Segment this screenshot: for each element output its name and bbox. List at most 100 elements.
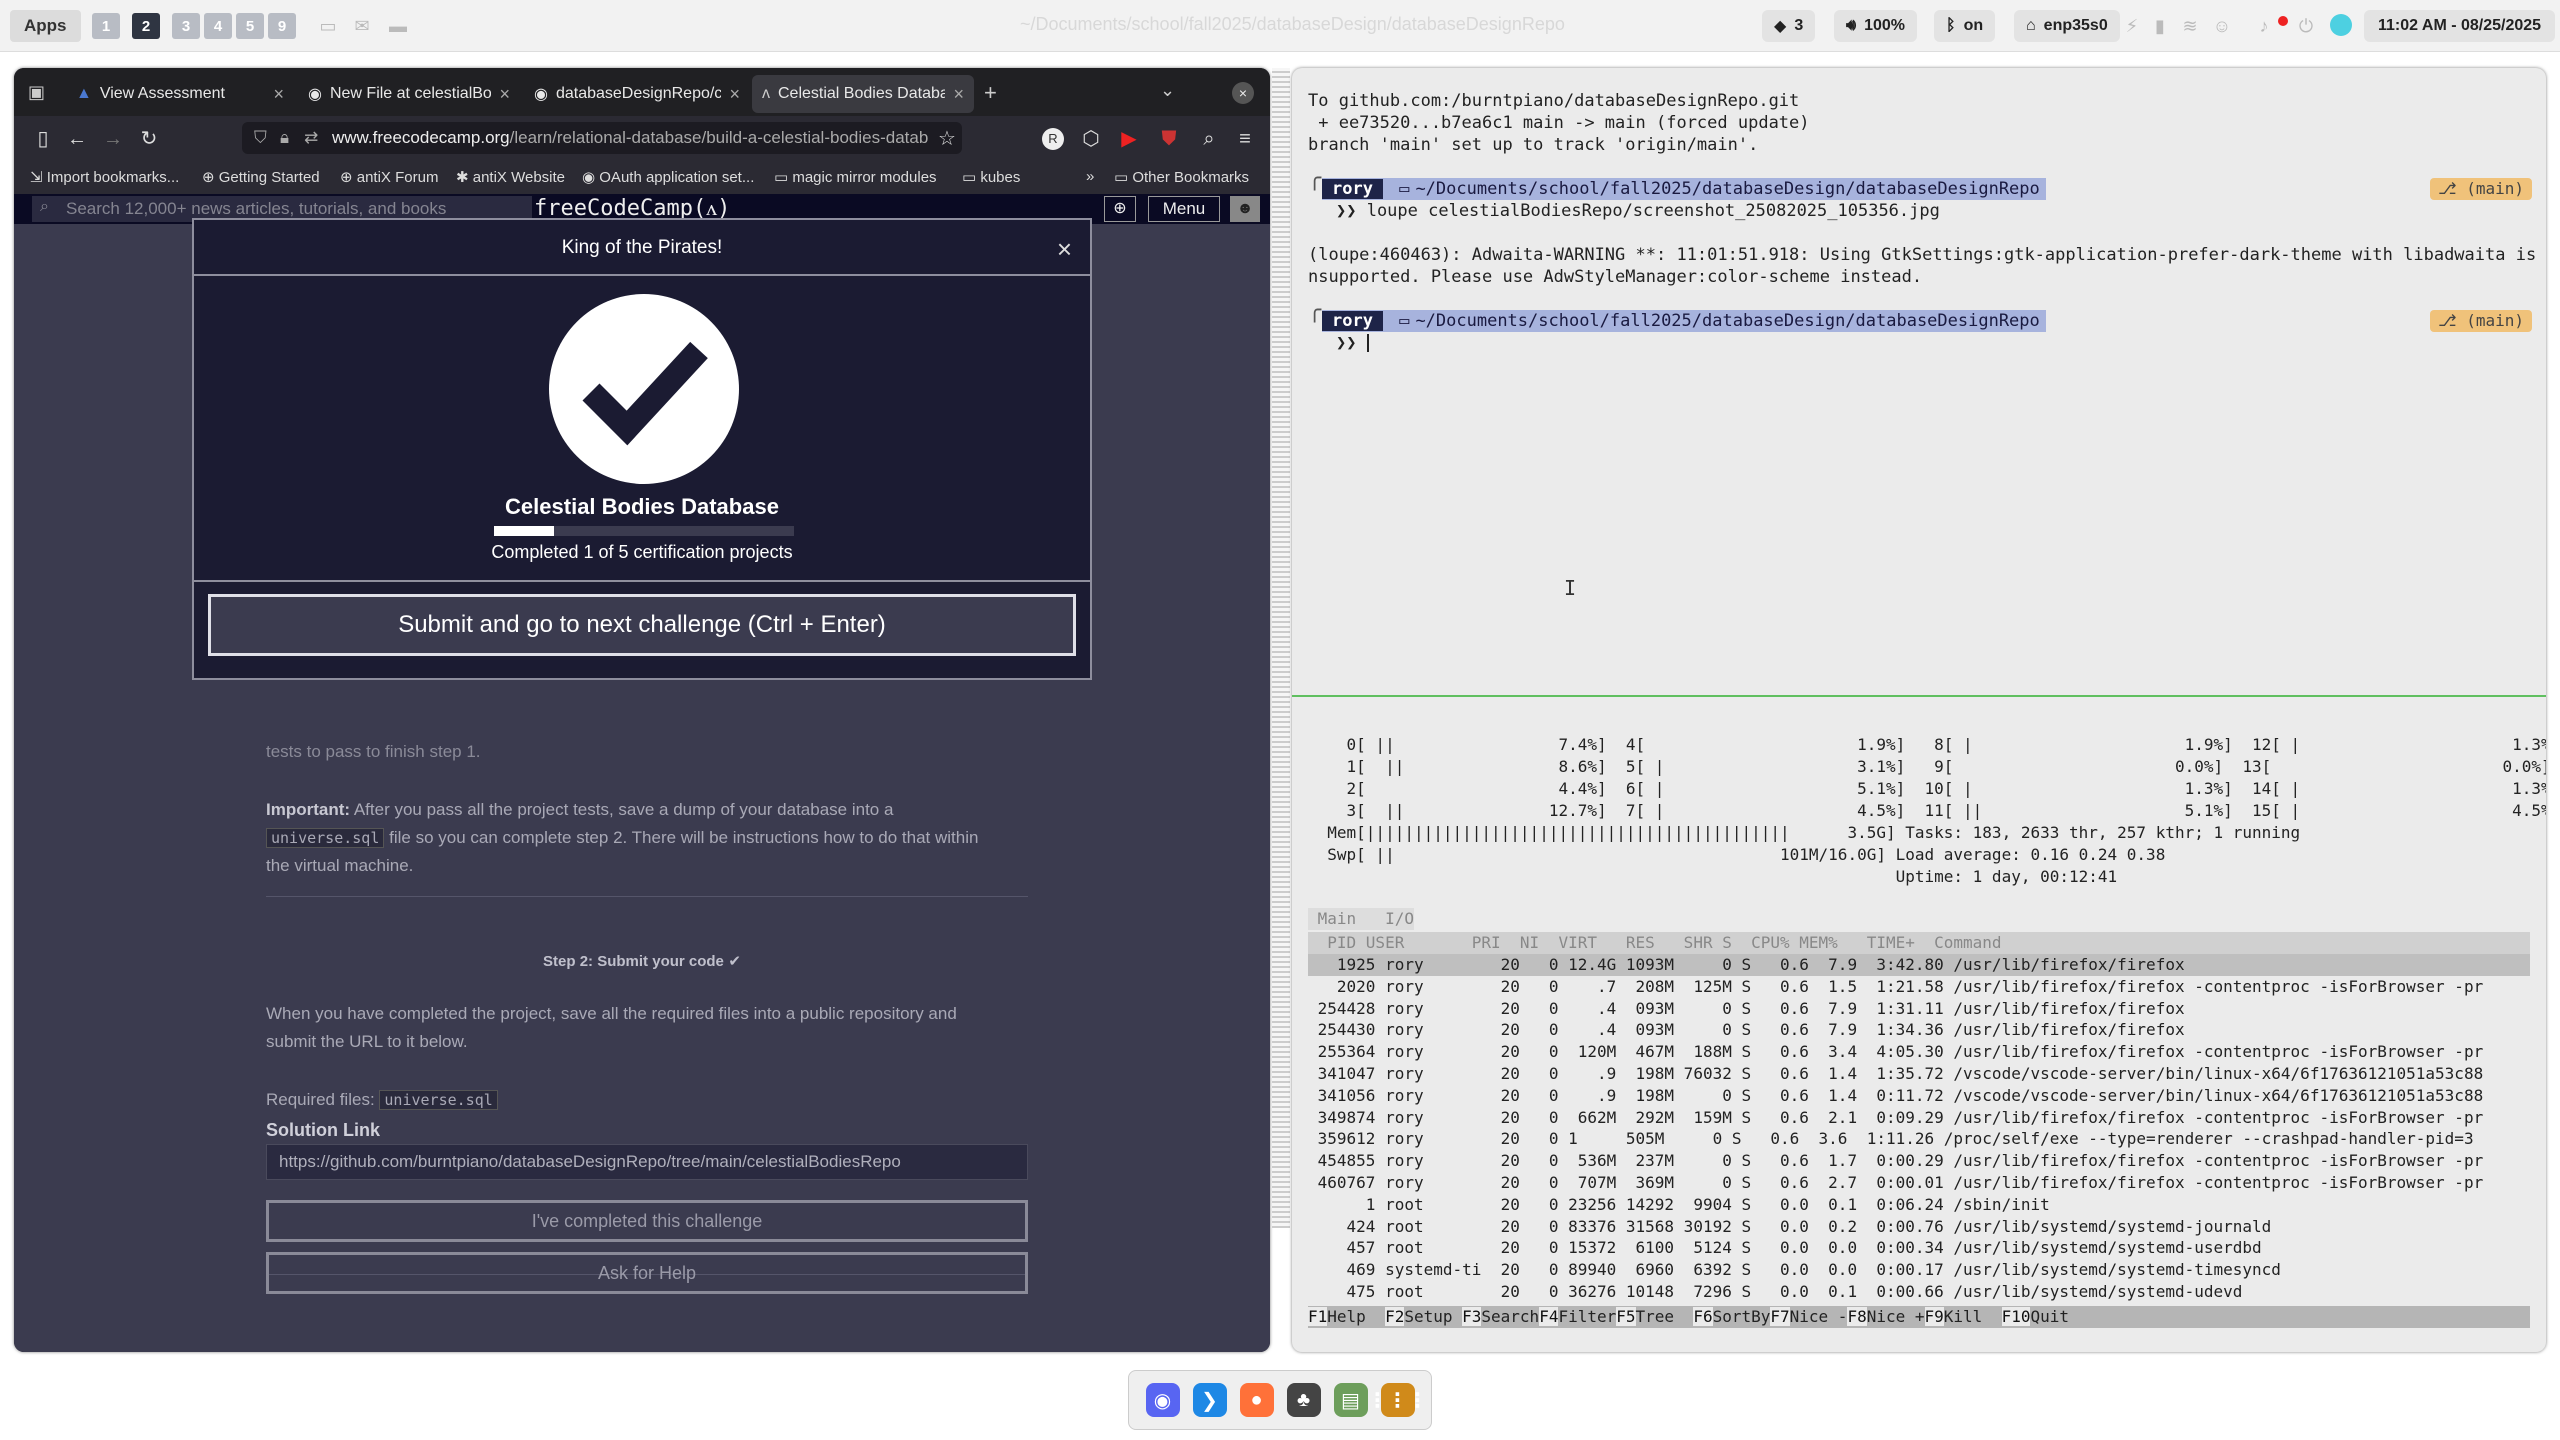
- process-row[interactable]: 341056 rory 20 0 .9 198M 0 S 0.6 1.4 0:1…: [1308, 1085, 2484, 1107]
- fkey-f10[interactable]: F10: [2001, 1307, 2031, 1326]
- bookmark-oauth[interactable]: ◉ OAuth application set...: [582, 168, 754, 186]
- completed-challenge-button[interactable]: I've completed this challenge: [266, 1200, 1028, 1242]
- process-row[interactable]: 454855 rory 20 0 536M 237M 0 S 0.6 1.7 0…: [1308, 1150, 2484, 1172]
- zoom-icon[interactable]: ⌕: [1198, 128, 1220, 150]
- fkey-label[interactable]: Quit: [2030, 1307, 2069, 1326]
- fkey-label[interactable]: Nice +: [1867, 1307, 1925, 1326]
- pane-divider[interactable]: [1292, 695, 2546, 697]
- process-row[interactable]: 1925 rory 20 0 12.4G 1093M 0 S 0.6 7.9 3…: [1308, 954, 2185, 976]
- fkey-f2[interactable]: F2: [1385, 1307, 1405, 1326]
- apps-menu-button[interactable]: Apps: [10, 10, 81, 42]
- chevron-down-icon[interactable]: ⌄: [1160, 80, 1175, 101]
- cpu-graph-icon[interactable]: ▮: [2150, 16, 2170, 36]
- process-row[interactable]: 475 root 20 0 36276 10148 7296 S 0.0 0.1…: [1308, 1281, 2243, 1303]
- process-table-header[interactable]: PID USER PRI NI VIRT RES SHR S CPU% MEM%…: [1308, 932, 2530, 954]
- tab-view-assessment[interactable]: ▲ View Assessment ×: [66, 75, 294, 113]
- layers-icon[interactable]: ≋: [2180, 16, 2200, 36]
- bookmark-kubes[interactable]: ▭ kubes: [962, 168, 1020, 186]
- close-icon[interactable]: ×: [953, 84, 964, 105]
- close-icon[interactable]: ×: [273, 84, 284, 105]
- close-window-icon[interactable]: ×: [1232, 82, 1254, 104]
- fkey-f4[interactable]: F4: [1539, 1307, 1559, 1326]
- game-icon[interactable]: ♣: [1286, 1383, 1321, 1417]
- terminal-input[interactable]: ❯❯: [1336, 332, 1369, 354]
- volume-indicator[interactable]: 🔊︎ 100%: [1834, 10, 1918, 42]
- hamburger-menu-icon[interactable]: ≡: [1234, 128, 1256, 150]
- ask-for-help-button[interactable]: Ask for Help: [266, 1252, 1028, 1294]
- grid-icon[interactable]: ⋮⋮⋮: [1368, 1383, 1428, 1417]
- folder-icon[interactable]: ▬: [388, 16, 408, 36]
- extension-r-icon[interactable]: R: [1042, 128, 1064, 150]
- tab-list-icon[interactable]: ▣: [28, 82, 45, 103]
- bookmark-star-icon[interactable]: ☆: [936, 128, 958, 150]
- process-row[interactable]: 341047 rory 20 0 .9 198M 76032 S 0.6 1.4…: [1308, 1063, 2484, 1085]
- ublock-icon[interactable]: ⛊: [1158, 128, 1180, 150]
- url-bar[interactable]: ⛉ 🔒︎ ⇄ www.freecodecamp.org/learn/relati…: [242, 122, 962, 154]
- process-row[interactable]: 424 root 20 0 83376 31568 30192 S 0.0 0.…: [1308, 1216, 2272, 1238]
- workspace-1[interactable]: 1: [92, 13, 120, 39]
- status-circle-icon[interactable]: [2330, 14, 2352, 36]
- shutdown-icon[interactable]: ⏻: [2296, 16, 2316, 36]
- close-icon[interactable]: ×: [729, 84, 740, 105]
- mail-icon[interactable]: ✉: [352, 16, 372, 36]
- extensions-icon[interactable]: ⬡: [1080, 128, 1102, 150]
- fkey-f9[interactable]: F9: [1924, 1307, 1944, 1326]
- close-icon[interactable]: ×: [499, 84, 510, 105]
- discord-icon[interactable]: ◉: [1145, 1383, 1180, 1417]
- solution-link-input[interactable]: https://github.com/burntpiano/databaseDe…: [266, 1144, 1028, 1180]
- clock[interactable]: 11:02 AM - 08/25/2025: [2364, 10, 2556, 42]
- process-row[interactable]: 457 root 20 0 15372 6100 5124 S 0.0 0.0 …: [1308, 1237, 2262, 1259]
- new-tab-icon[interactable]: +: [984, 80, 997, 106]
- language-globe-icon[interactable]: ⊕: [1104, 196, 1136, 222]
- tab-database-design-repo[interactable]: ◉ databaseDesignRepo/ce ×: [524, 75, 750, 113]
- reload-icon[interactable]: ↻: [138, 128, 160, 150]
- workspace-2[interactable]: 2: [132, 13, 160, 39]
- firefox-icon[interactable]: ●: [1239, 1383, 1274, 1417]
- fkey-label[interactable]: Kill: [1944, 1307, 2002, 1326]
- workspace-3[interactable]: 3: [172, 13, 200, 39]
- fkey-f1[interactable]: F1: [1308, 1307, 1328, 1326]
- submit-next-challenge-button[interactable]: Submit and go to next challenge (Ctrl + …: [208, 594, 1076, 656]
- tab-celestial-bodies[interactable]: ᴧ Celestial Bodies Databa ×: [752, 75, 974, 113]
- window-icon[interactable]: ▭: [318, 16, 338, 36]
- bookmark-getting-started[interactable]: ⊕ Getting Started: [202, 168, 320, 186]
- bookmark-other[interactable]: ▭ Other Bookmarks: [1114, 168, 1249, 186]
- bookmark-magic-mirror[interactable]: ▭ magic mirror modules: [774, 168, 937, 186]
- gamepad-icon[interactable]: ☺: [2212, 16, 2232, 36]
- process-row[interactable]: 460767 rory 20 0 707M 369M 0 S 0.6 2.7 0…: [1308, 1172, 2484, 1194]
- workspace-5[interactable]: 5: [236, 13, 264, 39]
- bookmark-import[interactable]: ⇲ Import bookmarks...: [30, 168, 179, 186]
- bookmark-antix-forum[interactable]: ⊕ antiX Forum: [340, 168, 438, 186]
- back-icon[interactable]: ←: [66, 128, 88, 150]
- fkey-f5[interactable]: F5: [1616, 1307, 1636, 1326]
- fkey-f6[interactable]: F6: [1693, 1307, 1713, 1326]
- process-row[interactable]: 469 systemd-ti 20 0 89940 6960 6392 S 0.…: [1308, 1259, 2281, 1281]
- youtube-icon[interactable]: ▶: [1118, 128, 1140, 150]
- power-icon[interactable]: ⚡: [2122, 16, 2142, 36]
- menu-button[interactable]: Menu: [1148, 196, 1220, 222]
- fkey-label[interactable]: Setup: [1404, 1307, 1462, 1326]
- avatar[interactable]: ☻: [1230, 196, 1260, 222]
- vscode-icon[interactable]: ❯: [1192, 1383, 1227, 1417]
- process-row[interactable]: 254430 rory 20 0 .4 093M 0 S 0.6 7.9 1:3…: [1308, 1019, 2185, 1041]
- fkey-label[interactable]: Search: [1481, 1307, 1539, 1326]
- bell-icon[interactable]: ♪: [2254, 16, 2274, 36]
- process-row[interactable]: 254428 rory 20 0 .4 093M 0 S 0.6 7.9 1:3…: [1308, 998, 2185, 1020]
- fkey-f8[interactable]: F8: [1847, 1307, 1867, 1326]
- process-row[interactable]: 1 root 20 0 23256 14292 9904 S 0.0 0.1 0…: [1308, 1194, 2050, 1216]
- bookmark-antix-website[interactable]: ✱ antiX Website: [456, 168, 565, 186]
- sidebar-icon[interactable]: ▯: [32, 128, 54, 150]
- fkey-label[interactable]: Tree: [1636, 1307, 1694, 1326]
- process-row[interactable]: 359612 rory 20 0 1 505M 0 S 0.6 3.6 1:11…: [1308, 1128, 2474, 1150]
- fkey-f3[interactable]: F3: [1462, 1307, 1482, 1326]
- fkey-label[interactable]: Filter: [1558, 1307, 1616, 1326]
- fkey-label[interactable]: Nice -: [1790, 1307, 1848, 1326]
- forward-icon[interactable]: →: [102, 128, 124, 150]
- htop-tabs[interactable]: Main I/O: [1308, 908, 1414, 930]
- fkey-f7[interactable]: F7: [1770, 1307, 1790, 1326]
- workspace-9[interactable]: 9: [268, 13, 296, 39]
- network-indicator[interactable]: ⌂ enp35s0: [2014, 10, 2120, 42]
- bluetooth-indicator[interactable]: ᛒ on: [1934, 10, 1996, 42]
- process-row[interactable]: 2020 rory 20 0 .7 208M 125M S 0.6 1.5 1:…: [1308, 976, 2483, 998]
- process-row[interactable]: 349874 rory 20 0 662M 292M 159M S 0.6 2.…: [1308, 1107, 2484, 1129]
